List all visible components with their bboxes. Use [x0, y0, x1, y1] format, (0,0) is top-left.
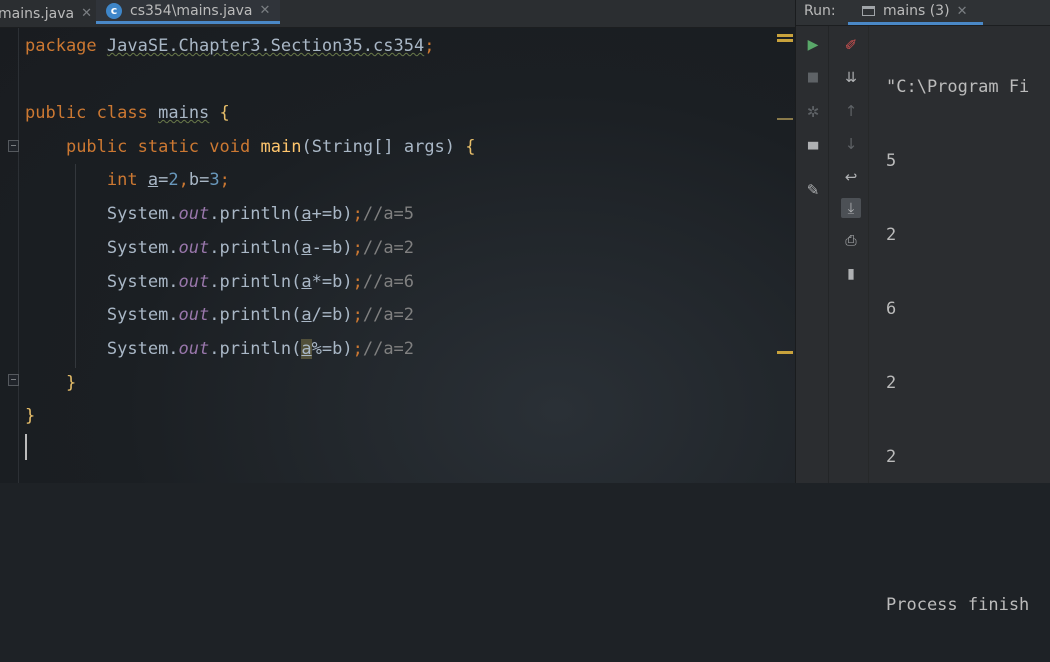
console-line: "C:\Program Fi [886, 77, 1030, 97]
code-line-main: public static void main(String[] args) { [65, 137, 476, 157]
toolbar-divider [828, 26, 829, 483]
tab-label: cs354\mains.java [130, 2, 253, 19]
edit-config-icon[interactable]: ✐ [841, 35, 861, 55]
debug-icon[interactable]: ✲ [803, 102, 823, 122]
close-icon[interactable]: ✕ [260, 3, 271, 18]
soft-wrap-icon[interactable]: ↩ [841, 167, 861, 187]
gutter [18, 28, 19, 483]
run-tool-window: Run: mains (3) ✕ ▶ ■ ✲ ▀ ✎ ✐ ⇊ ↑ ↓ ↩ ⤓ ⎙… [795, 0, 1050, 615]
console-output[interactable]: "C:\Program Fi 5 2 6 2 2 Process finish [886, 30, 1029, 662]
print-icon[interactable]: ⎙ [841, 231, 861, 251]
code-line-class: public class mains { [25, 103, 230, 123]
layout-icon[interactable]: ▀ [803, 140, 823, 160]
console-line: Process finish [886, 595, 1030, 615]
stop-icon[interactable]: ■ [803, 67, 823, 87]
text-caret [25, 434, 27, 460]
up-arrow-icon[interactable]: ↑ [841, 101, 861, 121]
run-label: Run: [804, 3, 836, 19]
window-icon [862, 6, 875, 16]
tab-cs354-mains-java[interactable]: c cs354\mains.java ✕ [96, 0, 280, 24]
java-class-icon: c [106, 2, 122, 19]
run-header: Run: mains (3) ✕ [796, 0, 1050, 26]
sort-icon[interactable]: ⇊ [841, 68, 861, 88]
run-tab-label: mains (3) [883, 3, 950, 19]
down-arrow-icon[interactable]: ↓ [841, 134, 861, 154]
warning-marker[interactable] [777, 351, 793, 354]
code-line-print: System.out.println(a+=b);//a=5 [106, 204, 415, 224]
tab-mains-java[interactable]: mains.java ✕ [0, 0, 92, 27]
code-line-print: System.out.println(a%=b);//a=2 [106, 339, 415, 359]
editor-tab-bar: mains.java ✕ c cs354\mains.java ✕ [0, 0, 795, 28]
tab-run-config[interactable]: mains (3) ✕ [848, 0, 983, 25]
tab-label: mains.java [0, 5, 75, 22]
console-line: 6 [886, 299, 897, 319]
console-line: 5 [886, 151, 897, 171]
code-line-print: System.out.println(a*=b);//a=6 [106, 272, 415, 292]
console-line: 2 [886, 447, 897, 467]
code-line-print: System.out.println(a-=b);//a=2 [106, 238, 415, 258]
warning-marker[interactable] [777, 34, 793, 37]
toolbar-divider [868, 26, 869, 483]
run-icon[interactable]: ▶ [803, 35, 823, 55]
scroll-to-end-icon[interactable]: ⤓ [841, 198, 861, 218]
close-icon[interactable]: ✕ [957, 4, 968, 19]
code-line-close-main: } [65, 373, 77, 393]
warning-marker[interactable] [777, 39, 793, 42]
fold-close-icon[interactable] [8, 374, 19, 386]
code-line-int: int a=2,b=3; [106, 170, 230, 190]
code-line-close-class: } [25, 406, 36, 426]
pin-icon[interactable]: ✎ [803, 180, 823, 200]
close-icon[interactable]: ✕ [81, 6, 92, 21]
console-line: 2 [886, 225, 897, 245]
code-editor[interactable]: mains.java ✕ c cs354\mains.java ✕ packag… [0, 0, 795, 483]
code-line-print: System.out.println(a/=b);//a=2 [106, 305, 415, 325]
console-line: 2 [886, 373, 897, 393]
code-line-package: package JavaSE.Chapter3.Section35.cs354; [25, 36, 435, 56]
fold-open-icon[interactable] [8, 140, 19, 152]
trash-icon[interactable]: ▮ [841, 264, 861, 284]
warning-marker[interactable] [777, 118, 793, 120]
